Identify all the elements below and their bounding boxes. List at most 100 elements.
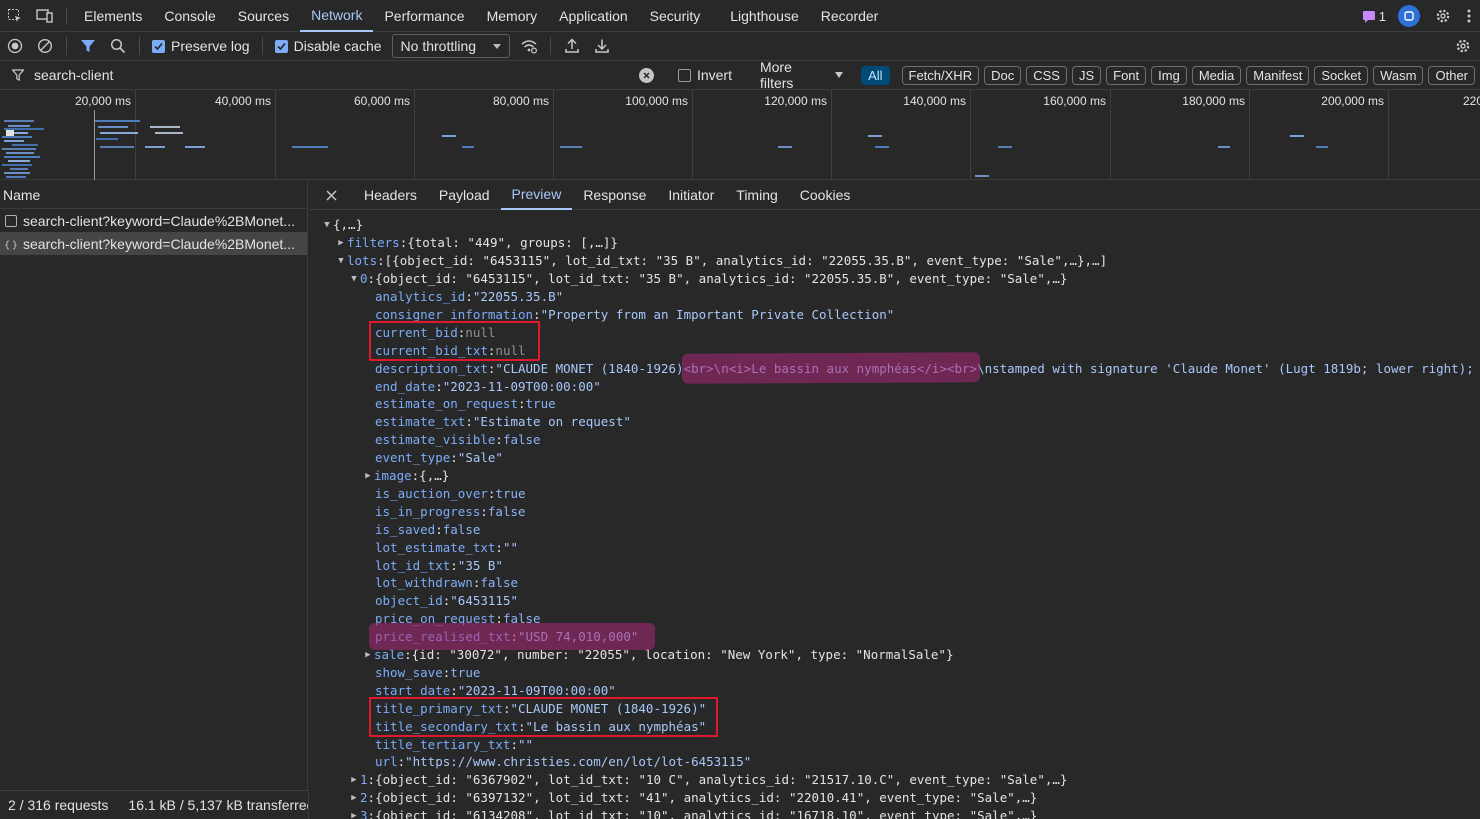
tree-node-root[interactable]: ▼ {,…} bbox=[321, 216, 363, 234]
expand-arrow-closed-icon[interactable]: ▶ bbox=[362, 650, 374, 660]
tab-application[interactable]: Application bbox=[548, 0, 639, 32]
export-har-icon[interactable] bbox=[587, 32, 617, 60]
filter-chip-fetch-xhr[interactable]: Fetch/XHR bbox=[901, 65, 980, 85]
timeline-request-bar bbox=[1290, 135, 1304, 137]
throttling-value: No throttling bbox=[400, 38, 477, 54]
tree-key: image bbox=[374, 468, 412, 484]
search-icon[interactable] bbox=[103, 32, 133, 60]
tab-lighthouse[interactable]: Lighthouse bbox=[719, 0, 810, 32]
filter-chip-manifest[interactable]: Manifest bbox=[1246, 65, 1310, 85]
more-options-icon[interactable] bbox=[1458, 0, 1480, 32]
throttling-select[interactable]: No throttling bbox=[391, 34, 510, 58]
clear-filter-icon[interactable] bbox=[638, 67, 654, 83]
tree-node-image[interactable]: ▶ image: {,…} bbox=[362, 467, 449, 485]
import-har-icon[interactable] bbox=[557, 32, 587, 60]
tab-security[interactable]: Security bbox=[639, 0, 712, 32]
device-toolbar-icon[interactable] bbox=[30, 0, 60, 32]
record-stop-icon[interactable] bbox=[0, 32, 30, 60]
tree-value: false bbox=[480, 575, 519, 591]
tree-key: end_date bbox=[375, 378, 436, 394]
filter-chip-wasm[interactable]: Wasm bbox=[1373, 65, 1424, 85]
tab-memory[interactable]: Memory bbox=[476, 0, 549, 32]
detail-tab-response[interactable]: Response bbox=[572, 181, 657, 210]
tree-key: lot_estimate_txt bbox=[375, 539, 496, 555]
tree-key: is_saved bbox=[375, 521, 436, 537]
timeline-request-bar bbox=[868, 135, 882, 137]
preserve-log-checkbox[interactable]: Preserve log bbox=[152, 38, 250, 54]
tree-node-lot-2[interactable]: ▶ 2: {object_id: "6397132", lot_id_txt: "… bbox=[348, 789, 1037, 807]
tree-node-lots[interactable]: ▼ lots: [{object_id: "6453115", lot_id_tx… bbox=[335, 252, 1107, 270]
tree-node-lot-0[interactable]: ▼ 0: {object_id: "6453115", lot_id_txt: "… bbox=[348, 270, 1067, 288]
detail-tab-cookies[interactable]: Cookies bbox=[789, 181, 862, 210]
tab-sources[interactable]: Sources bbox=[227, 0, 300, 32]
divider bbox=[549, 37, 551, 55]
expand-arrow-closed-icon[interactable]: ▶ bbox=[348, 811, 360, 819]
tree-node-filters[interactable]: ▶ filters: {total: "449", groups: [,…]} bbox=[335, 234, 618, 252]
request-row[interactable]: search-client?keyword=Claude%2BMonet... bbox=[0, 209, 307, 232]
detail-tab-payload[interactable]: Payload bbox=[428, 181, 501, 210]
tree-value: true bbox=[495, 485, 526, 501]
tab-console[interactable]: Console bbox=[153, 0, 226, 32]
detail-tab-preview[interactable]: Preview bbox=[500, 181, 573, 210]
expand-arrow-closed-icon[interactable]: ▶ bbox=[335, 238, 347, 248]
filter-icon[interactable] bbox=[73, 32, 103, 60]
request-name: search-client?keyword=Claude%2BMonet... bbox=[23, 212, 295, 229]
timeline-label: 220 bbox=[1463, 94, 1480, 108]
issues-counter[interactable]: 1 bbox=[1362, 9, 1386, 24]
filter-chip-all[interactable]: All bbox=[861, 65, 890, 85]
invert-checkbox[interactable]: Invert bbox=[677, 67, 732, 83]
expand-arrow-open-icon[interactable]: ▼ bbox=[335, 256, 347, 266]
filter-chip-img[interactable]: Img bbox=[1151, 65, 1187, 85]
close-detail-icon[interactable] bbox=[309, 181, 353, 210]
filter-chip-media[interactable]: Media bbox=[1191, 65, 1242, 85]
more-filters-label: More filters bbox=[759, 59, 794, 91]
expand-arrow-open-icon[interactable]: ▼ bbox=[321, 220, 333, 230]
expand-arrow-closed-icon[interactable]: ▶ bbox=[362, 471, 374, 481]
timeline-request-bar bbox=[10, 168, 28, 170]
tree-value: "22055.35.B" bbox=[472, 289, 564, 305]
network-settings-gear-icon[interactable] bbox=[1448, 32, 1478, 60]
tree-key: lot_id_txt bbox=[375, 557, 451, 573]
timeline-request-bar bbox=[442, 135, 456, 137]
top-right-controls: 1 bbox=[1362, 0, 1480, 32]
settings-gear-icon[interactable] bbox=[1428, 0, 1458, 32]
timeline-request-bar bbox=[875, 146, 889, 148]
detail-tab-headers[interactable]: Headers bbox=[353, 181, 428, 210]
inspect-element-icon[interactable] bbox=[0, 0, 30, 32]
filter-chip-socket[interactable]: Socket bbox=[1314, 65, 1369, 85]
detail-tab-timing[interactable]: Timing bbox=[725, 181, 789, 210]
more-filters-dropdown[interactable]: More filters bbox=[759, 59, 844, 91]
filter-input[interactable]: search-client bbox=[0, 61, 664, 90]
filter-chip-js[interactable]: JS bbox=[1071, 65, 1102, 85]
clear-icon[interactable] bbox=[30, 32, 60, 60]
tab-network[interactable]: Network bbox=[300, 0, 374, 32]
divider bbox=[66, 6, 67, 25]
detail-tab-initiator[interactable]: Initiator bbox=[657, 181, 725, 210]
expand-arrow-closed-icon[interactable]: ▶ bbox=[348, 793, 360, 803]
filter-chip-doc[interactable]: Doc bbox=[984, 65, 1022, 85]
tree-node-lot-1[interactable]: ▶ 1: {object_id: "6367902", lot_id_txt: "… bbox=[348, 771, 1067, 789]
tree-value: "Estimate on request" bbox=[472, 414, 631, 430]
tree-node-lot-3[interactable]: ▶ 3: {object_id: "6134208", lot_id_txt: "… bbox=[348, 807, 1037, 819]
disable-cache-checkbox[interactable]: Disable cache bbox=[274, 38, 382, 54]
request-row[interactable]: search-client?keyword=Claude%2BMonet... bbox=[0, 232, 307, 255]
filter-chip-other[interactable]: Other bbox=[1428, 65, 1475, 85]
tab-elements[interactable]: Elements bbox=[73, 0, 153, 32]
tree-node-analytics-id: analytics_id: "22055.35.B" bbox=[375, 288, 563, 306]
tree-value: false bbox=[487, 503, 526, 519]
tab-recorder[interactable]: Recorder bbox=[810, 0, 890, 32]
expand-arrow-open-icon[interactable]: ▼ bbox=[348, 274, 360, 284]
expand-arrow-closed-icon[interactable]: ▶ bbox=[348, 775, 360, 785]
network-conditions-icon[interactable] bbox=[514, 32, 544, 60]
timeline-request-bar bbox=[2, 164, 32, 166]
timeline-gridline bbox=[1110, 90, 1111, 180]
filter-chip-font[interactable]: Font bbox=[1106, 65, 1147, 85]
network-overview-timeline[interactable]: 20,000 ms 40,000 ms 60,000 ms 80,000 ms 100,… bbox=[0, 90, 1480, 180]
filter-chip-css[interactable]: CSS bbox=[1026, 65, 1067, 85]
caret-down-icon bbox=[835, 72, 844, 78]
timeline-request-bar bbox=[95, 120, 140, 122]
name-column-header[interactable]: Name bbox=[0, 181, 307, 209]
ai-assistant-icon[interactable] bbox=[1398, 5, 1420, 27]
tab-performance[interactable]: Performance bbox=[373, 0, 475, 32]
timeline-request-bar bbox=[778, 146, 792, 148]
